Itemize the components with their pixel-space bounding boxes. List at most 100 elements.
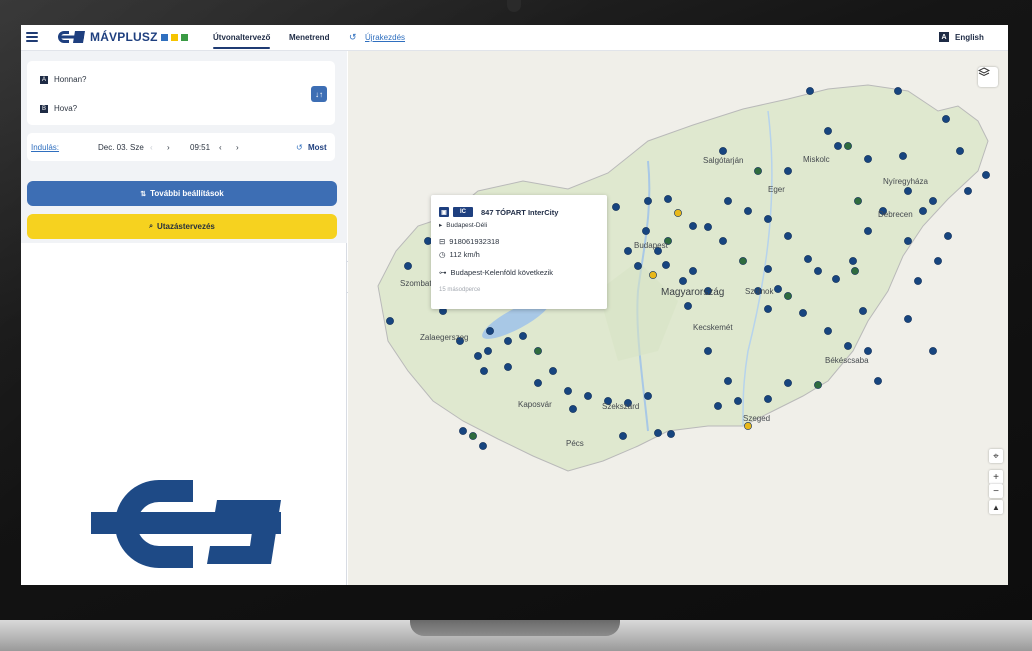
- train-dot[interactable]: [764, 395, 772, 403]
- train-dot[interactable]: [667, 430, 675, 438]
- zoom-out-button[interactable]: −: [989, 484, 1003, 498]
- train-dot[interactable]: [474, 352, 482, 360]
- train-dot[interactable]: [649, 271, 657, 279]
- date-next-icon[interactable]: ›: [167, 143, 170, 152]
- compass-button[interactable]: ▲: [989, 500, 1003, 514]
- train-dot[interactable]: [956, 147, 964, 155]
- train-dot[interactable]: [612, 203, 620, 211]
- train-dot[interactable]: [784, 292, 792, 300]
- train-dot[interactable]: [624, 247, 632, 255]
- time-next-icon[interactable]: ›: [236, 143, 239, 152]
- train-dot[interactable]: [754, 167, 762, 175]
- train-dot[interactable]: [799, 309, 807, 317]
- train-dot[interactable]: [784, 167, 792, 175]
- train-dot[interactable]: [784, 379, 792, 387]
- train-dot[interactable]: [534, 379, 542, 387]
- train-dot[interactable]: [774, 285, 782, 293]
- train-dot[interactable]: [386, 317, 394, 325]
- train-dot[interactable]: [642, 227, 650, 235]
- train-dot[interactable]: [824, 127, 832, 135]
- train-dot[interactable]: [904, 315, 912, 323]
- train-dot[interactable]: [864, 227, 872, 235]
- train-dot[interactable]: [689, 222, 697, 230]
- train-dot[interactable]: [479, 442, 487, 450]
- map-layers-button[interactable]: [978, 67, 998, 87]
- train-dot[interactable]: [851, 267, 859, 275]
- destination-field[interactable]: B Hova?: [40, 104, 77, 113]
- tab-route-planner[interactable]: Útvonaltervező: [213, 33, 271, 49]
- train-dot[interactable]: [874, 377, 882, 385]
- train-dot[interactable]: [674, 209, 682, 217]
- train-dot[interactable]: [764, 265, 772, 273]
- train-dot[interactable]: [929, 197, 937, 205]
- time-value[interactable]: 09:51: [190, 143, 210, 152]
- train-dot[interactable]: [549, 367, 557, 375]
- train-dot[interactable]: [834, 142, 842, 150]
- train-dot[interactable]: [824, 327, 832, 335]
- origin-field[interactable]: A Honnan?: [40, 75, 86, 84]
- train-dot[interactable]: [904, 237, 912, 245]
- train-dot[interactable]: [644, 197, 652, 205]
- train-dot[interactable]: [724, 377, 732, 385]
- train-dot[interactable]: [919, 207, 927, 215]
- train-dot[interactable]: [806, 87, 814, 95]
- train-dot[interactable]: [504, 337, 512, 345]
- mavplusz-logo[interactable]: MÁVPLUSZ: [57, 30, 188, 44]
- train-dot[interactable]: [814, 381, 822, 389]
- train-dot[interactable]: [714, 402, 722, 410]
- train-dot[interactable]: [832, 275, 840, 283]
- train-dot[interactable]: [982, 171, 990, 179]
- train-dot[interactable]: [719, 237, 727, 245]
- train-dot[interactable]: [904, 187, 912, 195]
- train-dot[interactable]: [899, 152, 907, 160]
- swap-button[interactable]: ↓↑: [311, 86, 327, 102]
- train-dot[interactable]: [664, 195, 672, 203]
- train-dot[interactable]: [404, 262, 412, 270]
- train-dot[interactable]: [469, 432, 477, 440]
- now-button[interactable]: Most: [308, 143, 327, 152]
- language-switch[interactable]: A English: [939, 32, 984, 42]
- train-dot[interactable]: [849, 257, 857, 265]
- train-dot[interactable]: [634, 262, 642, 270]
- plan-trip-button[interactable]: ⌕ Utazástervezés: [27, 214, 337, 239]
- train-dot[interactable]: [784, 232, 792, 240]
- train-dot[interactable]: [764, 305, 772, 313]
- train-dot[interactable]: [654, 429, 662, 437]
- tab-timetable[interactable]: Menetrend: [289, 33, 329, 42]
- train-dot[interactable]: [914, 277, 922, 285]
- train-dot[interactable]: [864, 347, 872, 355]
- train-dot[interactable]: [844, 342, 852, 350]
- train-dot[interactable]: [704, 223, 712, 231]
- train-dot[interactable]: [734, 397, 742, 405]
- menu-icon[interactable]: [26, 32, 38, 42]
- zoom-in-button[interactable]: +: [989, 470, 1003, 484]
- train-dot[interactable]: [942, 115, 950, 123]
- train-dot[interactable]: [859, 307, 867, 315]
- train-dot[interactable]: [724, 197, 732, 205]
- train-dot[interactable]: [644, 392, 652, 400]
- date-prev-icon[interactable]: ‹: [150, 143, 153, 152]
- train-dot[interactable]: [764, 215, 772, 223]
- train-dot[interactable]: [719, 147, 727, 155]
- train-dot[interactable]: [689, 267, 697, 275]
- train-dot[interactable]: [569, 405, 577, 413]
- train-dot[interactable]: [739, 257, 747, 265]
- train-map[interactable]: Salgótarján Miskolc Nyíregyháza Eger Deb…: [348, 51, 1008, 585]
- train-dot[interactable]: [480, 367, 488, 375]
- train-dot[interactable]: [744, 207, 752, 215]
- train-dot[interactable]: [804, 255, 812, 263]
- time-prev-icon[interactable]: ‹: [219, 143, 222, 152]
- train-dot[interactable]: [744, 422, 752, 430]
- train-dot[interactable]: [704, 347, 712, 355]
- train-dot[interactable]: [864, 155, 872, 163]
- train-dot[interactable]: [484, 347, 492, 355]
- train-dot[interactable]: [504, 363, 512, 371]
- train-dot[interactable]: [684, 302, 692, 310]
- train-dot[interactable]: [584, 392, 592, 400]
- train-dot[interactable]: [964, 187, 972, 195]
- date-value[interactable]: Dec. 03. Sze: [98, 143, 144, 152]
- more-settings-button[interactable]: ⇅ További beállítások: [27, 181, 337, 206]
- train-dot[interactable]: [679, 277, 687, 285]
- train-dot[interactable]: [486, 327, 494, 335]
- train-dot[interactable]: [944, 232, 952, 240]
